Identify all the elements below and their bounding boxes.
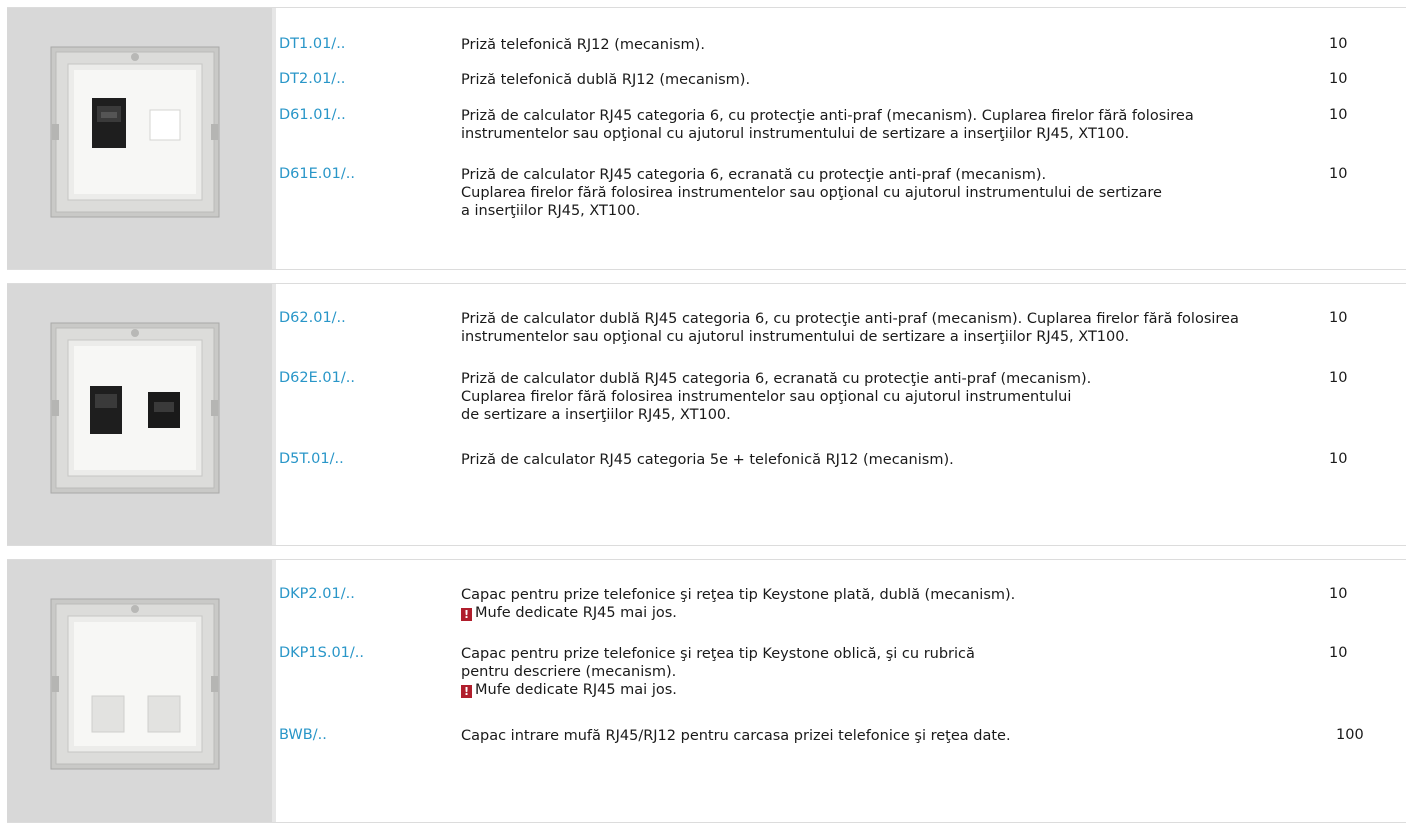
product-code[interactable]: DKP1S.01/.. [279, 645, 364, 661]
product-quantity: 10 [1329, 310, 1348, 326]
product-image-panel [7, 8, 276, 269]
product-code[interactable]: DKP2.01/.. [279, 586, 355, 602]
description-line: Cuplarea firelor fără folosirea instrume… [461, 185, 1162, 201]
product-description: Capac intrare mufă RJ45/RJ12 pentru carc… [461, 727, 1321, 745]
product-code[interactable]: DT1.01/.. [279, 36, 345, 52]
description-line: instrumentelor sau opţional cu ajutorul … [461, 329, 1130, 345]
warning-note: ! Mufe dedicate RJ45 mai jos. [461, 604, 1321, 622]
description-line: Priză de calculator dublă RJ45 categoria… [461, 371, 1092, 387]
product-image-panel [7, 284, 276, 545]
product-description: Capac pentru prize telefonice şi reţea t… [461, 645, 1321, 699]
socket-double-rj45-image [50, 322, 220, 494]
product-description: Priză telefonică RJ12 (mecanism). [461, 36, 1321, 54]
product-description: Priză de calculator dublă RJ45 categoria… [461, 310, 1321, 346]
product-quantity: 10 [1329, 645, 1348, 661]
keystone-cover-image [50, 598, 220, 770]
product-code[interactable]: BWB/.. [279, 727, 327, 743]
description-line: pentru descriere (mecanism). [461, 664, 677, 680]
description-line: Priză de calculator RJ45 categoria 6, cu… [461, 108, 1194, 124]
product-quantity: 10 [1329, 71, 1348, 87]
description-line: Cuplarea firelor fără folosirea instrume… [461, 389, 1072, 405]
warning-text: Mufe dedicate RJ45 mai jos. [475, 682, 677, 698]
product-description: Priză telefonică dublă RJ12 (mecanism). [461, 71, 1321, 89]
product-image-panel [7, 560, 276, 822]
product-quantity: 100 [1336, 727, 1364, 743]
product-quantity: 10 [1329, 451, 1348, 467]
socket-rj45-rj12-image [50, 46, 220, 218]
product-code[interactable]: D62E.01/.. [279, 370, 355, 386]
warning-note: ! Mufe dedicate RJ45 mai jos. [461, 681, 1321, 699]
product-code[interactable]: D5T.01/.. [279, 451, 344, 467]
warning-icon: ! [461, 685, 472, 698]
product-description: Capac pentru prize telefonice şi reţea t… [461, 586, 1321, 622]
description-line: Capac pentru prize telefonice şi reţea t… [461, 646, 975, 662]
description-line: Priză de calculator RJ45 categoria 5e + … [461, 452, 954, 468]
product-quantity: 10 [1329, 370, 1348, 386]
description-line: Priză de calculator RJ45 categoria 6, ec… [461, 167, 1047, 183]
description-line: Capac pentru prize telefonice şi reţea t… [461, 587, 1016, 603]
description-line: Priză telefonică dublă RJ12 (mecanism). [461, 72, 751, 88]
description-line: instrumentelor sau opţional cu ajutorul … [461, 126, 1130, 142]
description-line: Capac intrare mufă RJ45/RJ12 pentru carc… [461, 728, 1011, 744]
product-code[interactable]: D61.01/.. [279, 107, 346, 123]
description-line: a inserţiilor RJ45, XT100. [461, 203, 641, 219]
description-line: Priză telefonică RJ12 (mecanism). [461, 37, 705, 53]
product-description: Priză de calculator RJ45 categoria 6, cu… [461, 107, 1321, 143]
warning-text: Mufe dedicate RJ45 mai jos. [475, 605, 677, 621]
product-description: Priză de calculator RJ45 categoria 6, ec… [461, 166, 1321, 220]
product-description: Priză de calculator dublă RJ45 categoria… [461, 370, 1321, 424]
description-line: de sertizare a inserţiilor RJ45, XT100. [461, 407, 731, 423]
description-line: Priză de calculator dublă RJ45 categoria… [461, 311, 1239, 327]
product-quantity: 10 [1329, 586, 1348, 602]
product-code[interactable]: D62.01/.. [279, 310, 346, 326]
product-code[interactable]: DT2.01/.. [279, 71, 345, 87]
product-quantity: 10 [1329, 107, 1348, 123]
product-quantity: 10 [1329, 36, 1348, 52]
product-quantity: 10 [1329, 166, 1348, 182]
product-description: Priză de calculator RJ45 categoria 5e + … [461, 451, 1321, 469]
product-code[interactable]: D61E.01/.. [279, 166, 355, 182]
warning-icon: ! [461, 608, 472, 621]
